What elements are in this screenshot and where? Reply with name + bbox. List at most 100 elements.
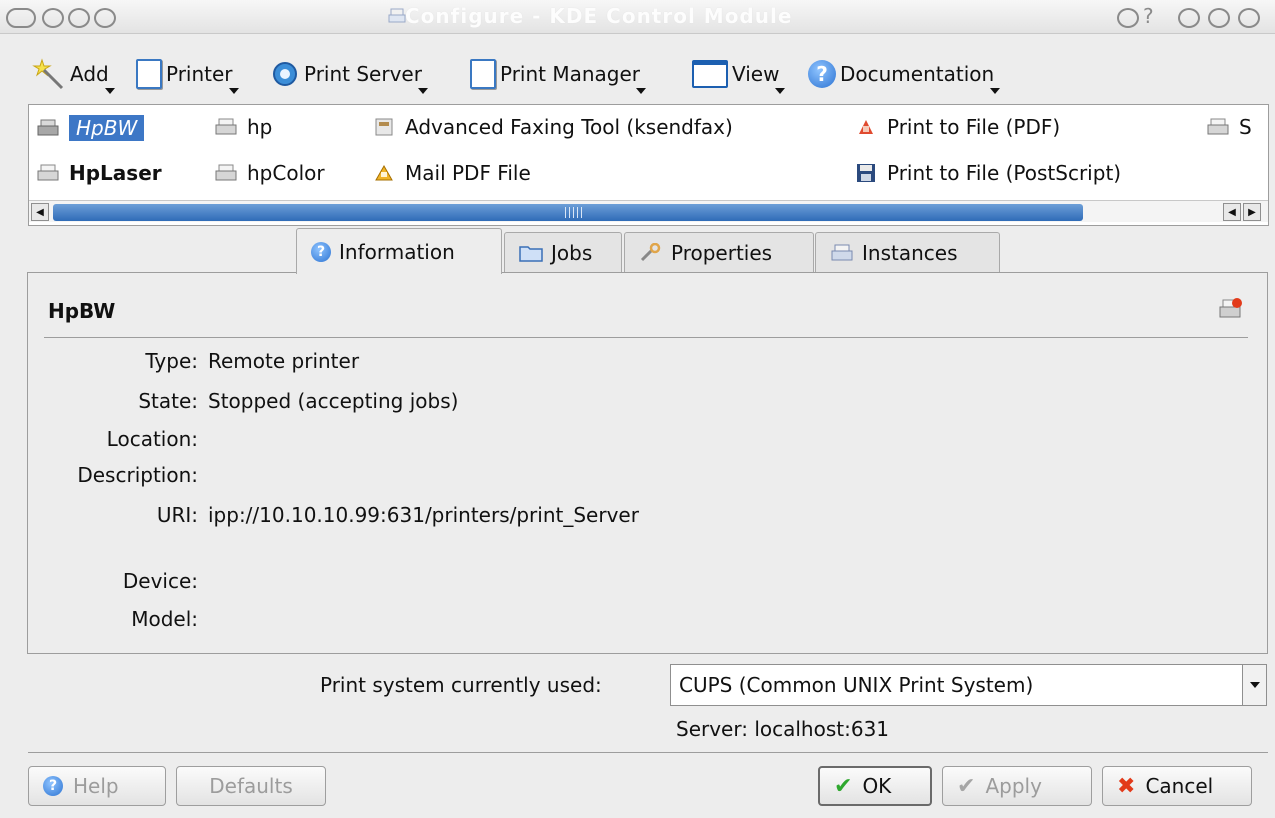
scroll-right-button[interactable]: ▶: [1243, 203, 1261, 221]
restore-button[interactable]: [1208, 8, 1230, 28]
add-label: Add: [70, 62, 109, 86]
toolbar: Add Printer Print Server Print Manager V…: [0, 54, 1275, 98]
keep-above-button[interactable]: [68, 8, 90, 28]
checkmark-icon: ✔: [834, 773, 853, 799]
chevron-down-icon: [417, 88, 428, 94]
field-label: Description:: [77, 463, 198, 487]
wrench-icon: [640, 242, 661, 261]
field-label: Type:: [145, 349, 198, 373]
print-manager-label: Print Manager: [500, 62, 641, 86]
tab-label: Properties: [671, 240, 773, 265]
scroll-left-button[interactable]: ◀: [31, 203, 49, 221]
cancel-button-label: Cancel: [1145, 774, 1214, 798]
mail-pdf-icon: [375, 164, 393, 181]
printer-icon: [215, 118, 237, 135]
printer-item-postscript[interactable]: Print to File (PostScript): [855, 161, 1121, 185]
printer-item-label: Mail PDF File: [405, 161, 531, 185]
window-menu-button[interactable]: [6, 8, 36, 28]
tab-label: Information: [339, 239, 455, 264]
field-value: Remote printer: [208, 349, 360, 373]
chevron-down-icon: [228, 88, 239, 94]
tab-label: Instances: [862, 240, 958, 265]
divider: [44, 337, 1248, 338]
printer-item-hpcolor[interactable]: hpColor: [215, 161, 325, 185]
ok-button[interactable]: ✔ OK: [818, 766, 932, 806]
printer-item-hpbw[interactable]: HpBW: [37, 115, 145, 141]
help-button-label: Help: [73, 774, 119, 798]
documentation-label: Documentation: [840, 62, 995, 86]
remote-printer-icon: [37, 119, 59, 136]
printer-stopped-icon: [1219, 298, 1242, 318]
magic-wand-icon: [32, 58, 64, 90]
window-icon: [692, 60, 728, 88]
chevron-down-icon: [104, 88, 115, 94]
printer-item-label: Print to File (PDF): [887, 115, 1061, 139]
keep-below-button[interactable]: [94, 8, 116, 28]
print-server-menu-button[interactable]: Print Server: [270, 54, 428, 94]
maximize-button[interactable]: [1178, 8, 1200, 28]
printer-item-s[interactable]: S: [1207, 115, 1252, 139]
printer-item-mail-pdf[interactable]: Mail PDF File: [373, 161, 531, 185]
chevron-down-icon: [636, 88, 647, 94]
defaults-button[interactable]: Defaults: [176, 766, 326, 806]
tab-information[interactable]: ? Information: [296, 228, 502, 274]
server-status: Server: localhost:631: [676, 717, 890, 741]
printer-menu-button[interactable]: Printer: [136, 54, 239, 94]
add-menu-button[interactable]: Add: [32, 54, 115, 94]
printer-icon: [215, 164, 237, 181]
field-label: Model:: [131, 607, 198, 631]
fax-icon: [375, 118, 393, 136]
printer-icon: [831, 244, 853, 260]
print-server-label: Print Server: [304, 62, 422, 86]
gear-icon: [273, 62, 297, 86]
printer-item-ksendfax[interactable]: Advanced Faxing Tool (ksendfax): [373, 115, 733, 139]
printer-item-hp[interactable]: hp: [215, 115, 272, 139]
close-icon: ✖: [1117, 773, 1136, 799]
tab-label: Jobs: [551, 240, 593, 265]
minimize-button[interactable]: [1117, 8, 1139, 28]
documentation-menu-button[interactable]: ? Documentation: [808, 54, 1001, 94]
close-button[interactable]: [1238, 8, 1260, 28]
cancel-button[interactable]: ✖ Cancel: [1102, 766, 1252, 806]
scrollbar-thumb[interactable]: [53, 204, 1083, 221]
printer-list-scrollbar[interactable]: ◀ ◀ ▶: [29, 200, 1268, 222]
print-system-select[interactable]: CUPS (Common UNIX Print System): [670, 664, 1267, 706]
printer-item-label: hpColor: [247, 161, 325, 185]
field-value: Stopped (accepting jobs): [208, 389, 459, 413]
ok-button-label: OK: [862, 774, 892, 798]
apply-button[interactable]: ✔ Apply: [942, 766, 1092, 806]
divider: [28, 752, 1268, 753]
tab-instances[interactable]: Instances: [815, 232, 1000, 272]
field-value: ipp://10.10.10.99:631/printers/print_Ser…: [208, 503, 639, 527]
printer-item-label: Advanced Faxing Tool (ksendfax): [405, 115, 733, 139]
chevron-down-icon: [990, 88, 1001, 94]
document-icon: [470, 59, 496, 89]
printer-item-hplaser[interactable]: HpLaser: [37, 161, 162, 185]
printer-item-label: S: [1239, 115, 1252, 139]
printer-item-label: Print to File (PostScript): [887, 161, 1122, 185]
scroll-left-button[interactable]: ◀: [1223, 203, 1241, 221]
printer-icon: [37, 164, 59, 181]
pdf-icon: [859, 120, 873, 134]
chevron-down-icon[interactable]: [1242, 665, 1266, 705]
tab-properties[interactable]: Properties: [624, 232, 814, 272]
view-label: View: [732, 62, 780, 86]
help-icon: ?: [808, 60, 836, 88]
help-button[interactable]: ? Help: [28, 766, 166, 806]
tab-jobs[interactable]: Jobs: [504, 232, 622, 272]
printer-item-label: hp: [247, 115, 273, 139]
print-manager-menu-button[interactable]: Print Manager: [470, 54, 647, 94]
printer-item-label: HpBW: [69, 115, 145, 141]
view-menu-button[interactable]: View: [692, 54, 786, 94]
field-label: URI:: [156, 503, 198, 527]
apply-button-label: Apply: [985, 774, 1042, 798]
window-title: Configure - KDE Control Module: [405, 4, 793, 28]
scrollbar-grip: [565, 207, 585, 218]
printer-name-heading: HpBW: [48, 299, 116, 323]
shade-button[interactable]: [42, 8, 64, 28]
checkmark-icon: ✔: [957, 773, 976, 799]
printer-item-pdf[interactable]: Print to File (PDF): [855, 115, 1060, 139]
print-system-label: Print system currently used:: [320, 673, 602, 697]
context-help-button[interactable]: ?: [1143, 4, 1154, 28]
field-label: State:: [138, 389, 198, 413]
